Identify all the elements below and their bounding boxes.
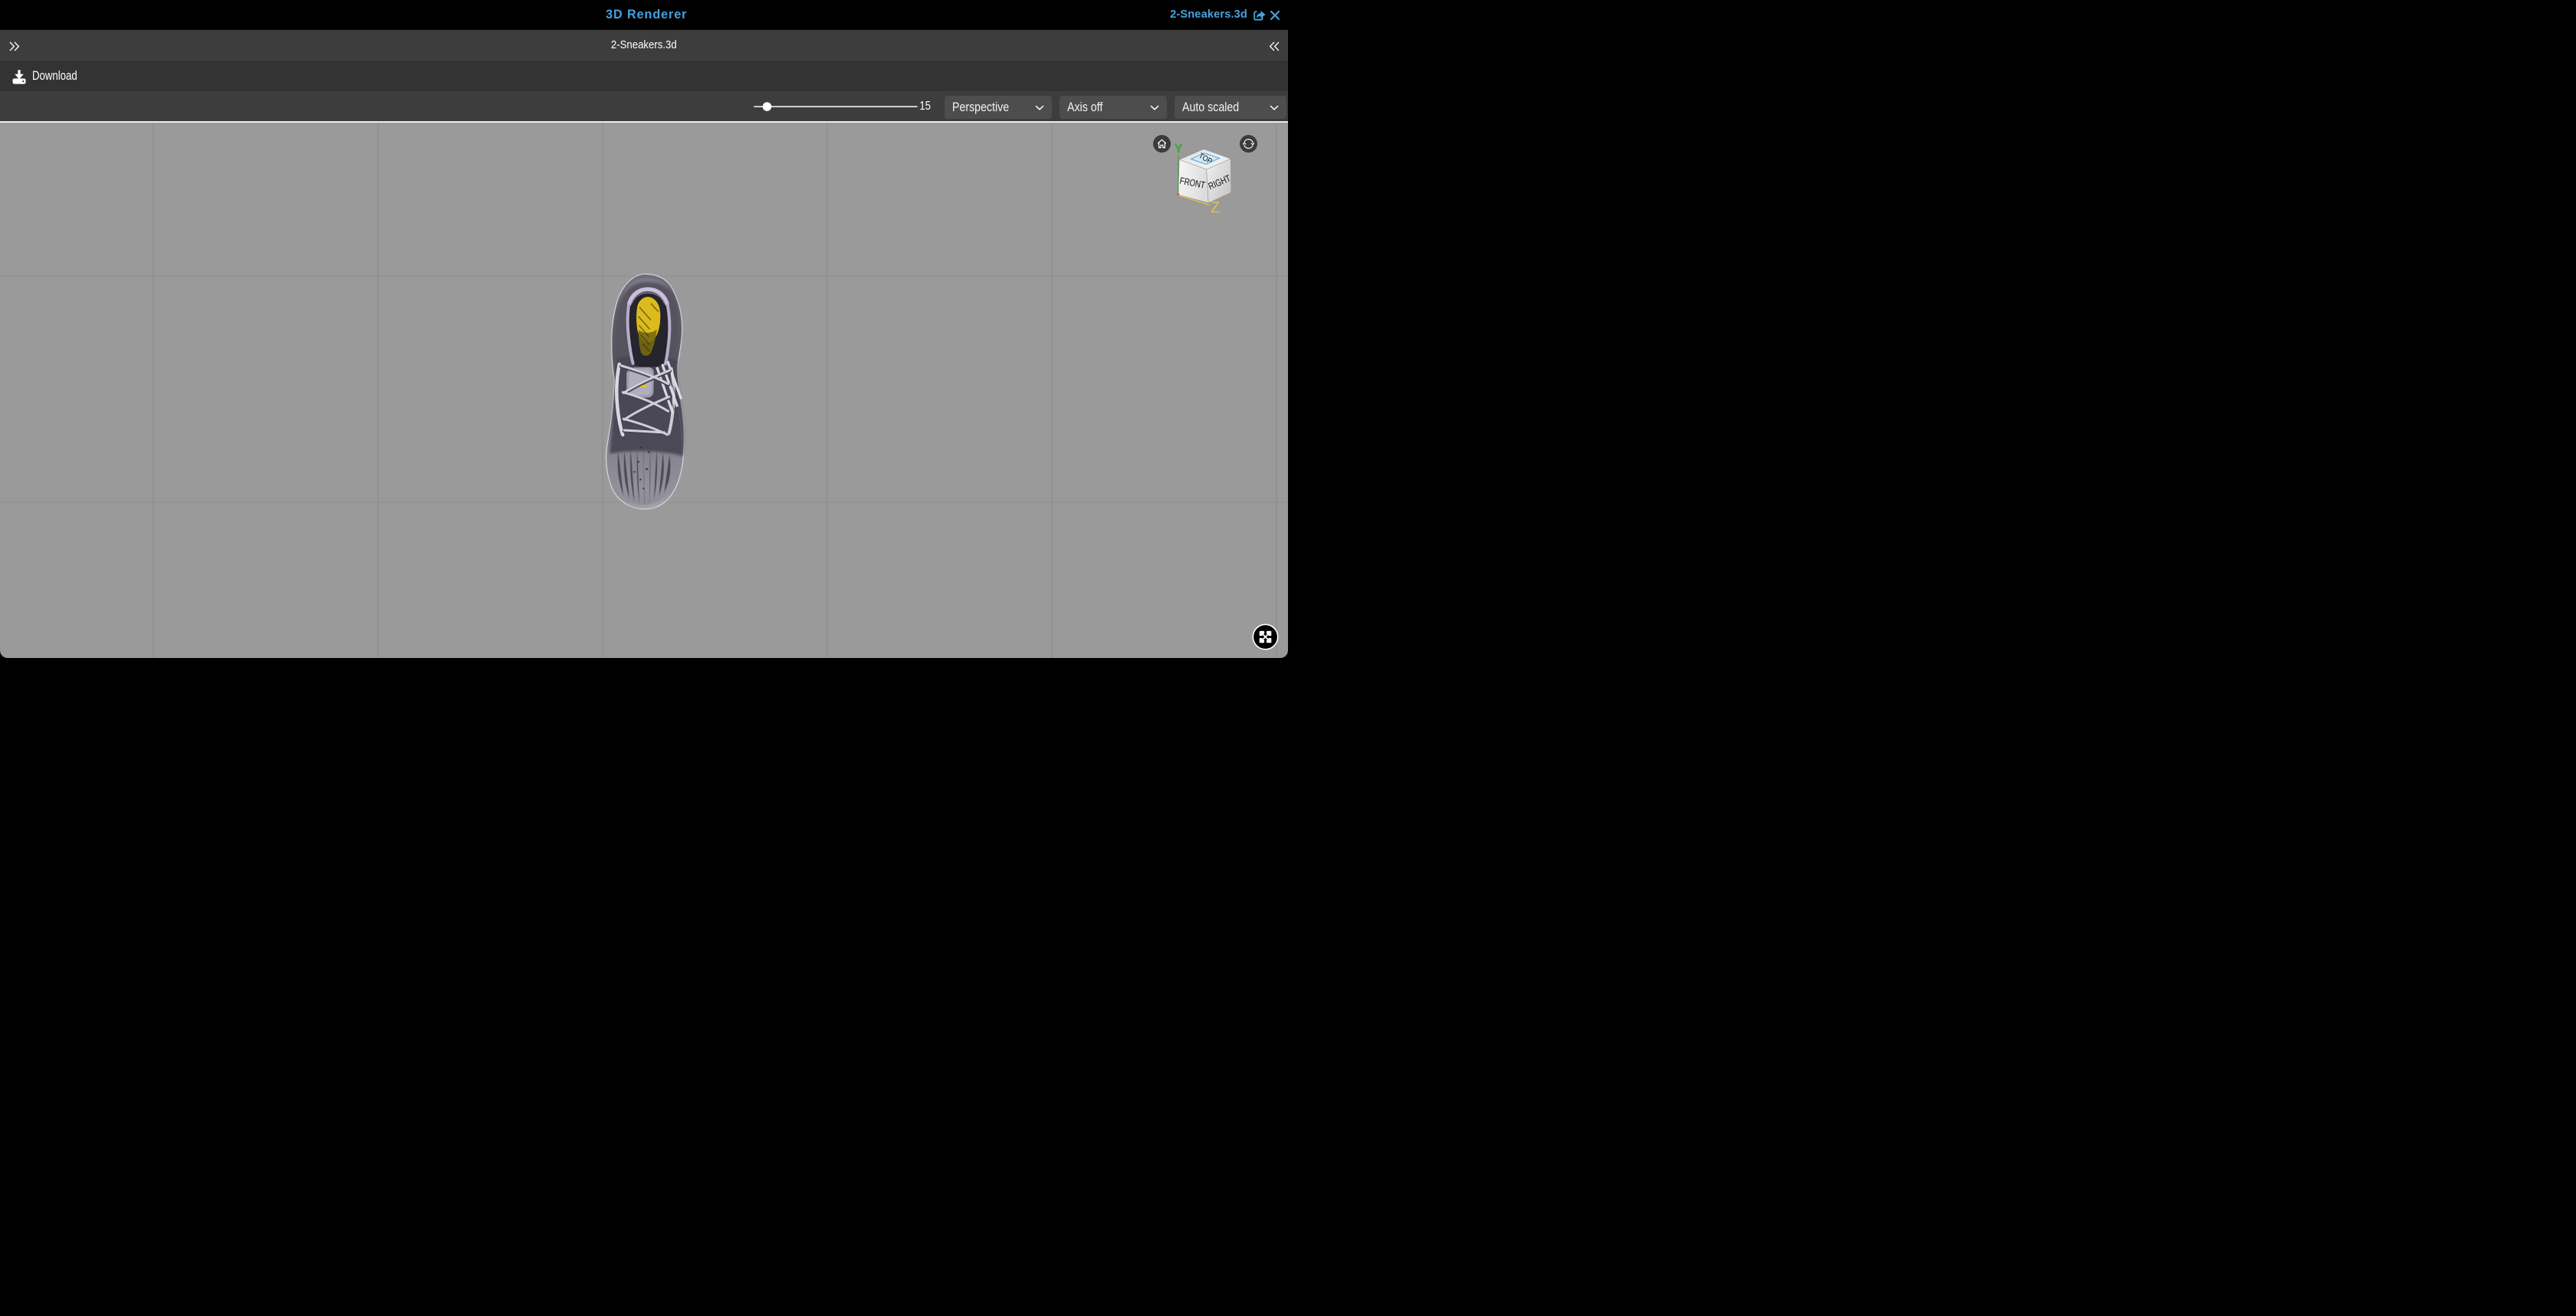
svg-text:Z: Z <box>1211 199 1220 216</box>
svg-text:Y: Y <box>1175 141 1184 156</box>
